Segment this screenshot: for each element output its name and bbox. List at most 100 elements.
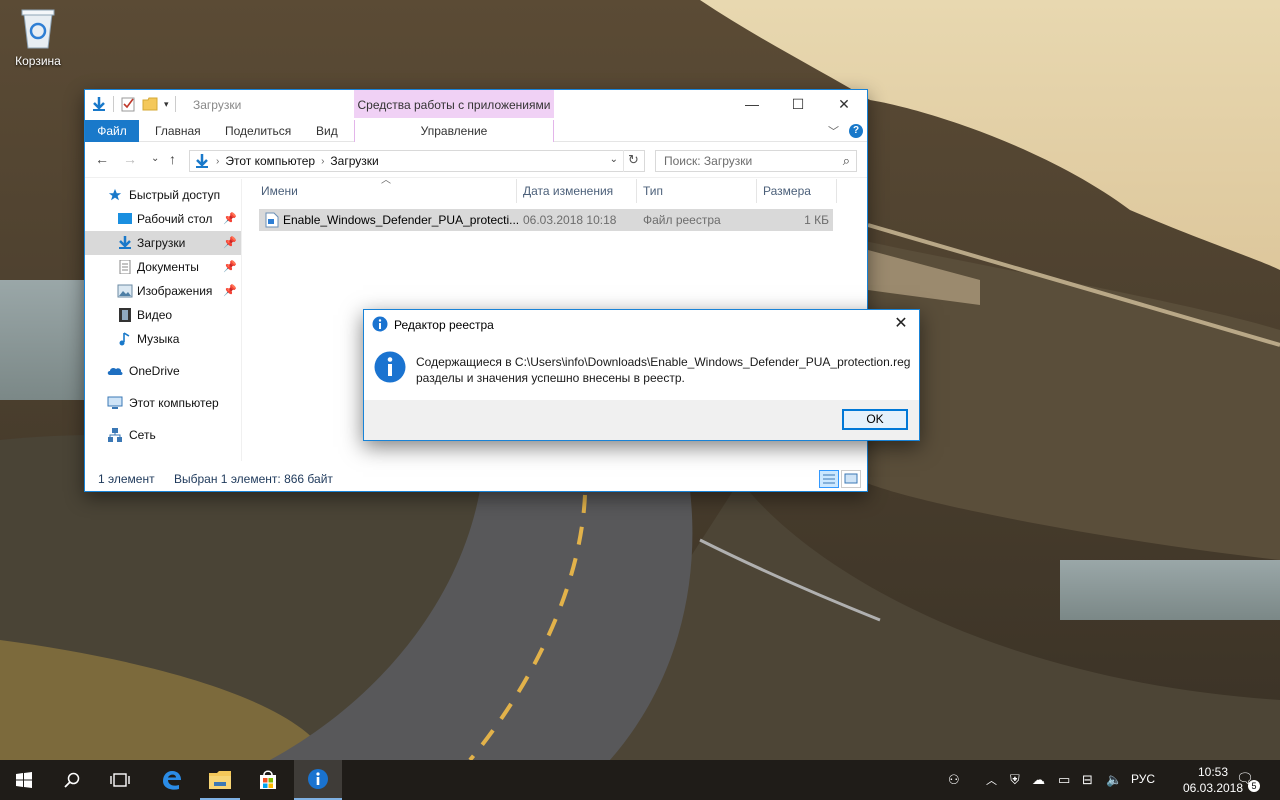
table-row[interactable]: Enable_Windows_Defender_PUA_protecti... … — [259, 209, 833, 231]
edge-icon — [163, 771, 181, 790]
large-icons-view-icon[interactable] — [841, 470, 861, 488]
info-large-icon — [374, 351, 406, 383]
defender-shield-icon[interactable]: ⛨ — [1010, 772, 1020, 788]
registry-editor-dialog[interactable]: Редактор реестра ✕ Содержащиеся в C:\Use… — [363, 309, 920, 441]
nav-item-videos[interactable]: Видео — [85, 303, 241, 327]
store-icon — [260, 770, 276, 789]
context-tab-header: Средства работы с приложениями — [354, 90, 554, 118]
search-icon: ⌕ — [842, 153, 850, 168]
downloads-location-icon — [196, 154, 208, 168]
dialog-body: Содержащиеся в C:\Users\info\Downloads\E… — [364, 342, 919, 400]
close-button[interactable]: ✕ — [821, 90, 867, 118]
properties-icon[interactable] — [120, 96, 136, 112]
show-hidden-icons-icon[interactable]: ︿ — [986, 772, 997, 788]
nav-item-desktop[interactable]: Рабочий стол 📌 — [85, 207, 241, 231]
music-icon — [119, 332, 130, 346]
nav-label: Загрузки — [137, 236, 186, 250]
volume-icon[interactable]: 🔈 — [1106, 772, 1122, 788]
status-item-count: 1 элемент — [98, 472, 155, 486]
details-view-icon[interactable] — [819, 470, 839, 488]
people-icon[interactable]: ⚇ — [948, 772, 960, 788]
tab-file[interactable]: Файл — [85, 120, 139, 142]
back-arrow-icon[interactable]: ← — [95, 151, 109, 167]
address-bar-row: ← → ⌄ ↑ › Этот компьютер › Загрузки ⌄ ↻ … — [85, 142, 867, 178]
action-center-button[interactable]: 🗨 5 — [1236, 770, 1260, 792]
edge-button[interactable] — [148, 760, 196, 800]
customize-toolbar-icon[interactable]: ▾ — [164, 99, 169, 110]
dialog-title: Редактор реестра — [394, 318, 494, 332]
nav-label: Сеть — [129, 428, 156, 442]
column-header-size[interactable]: Размера — [757, 179, 837, 203]
minimize-button[interactable]: — — [729, 90, 775, 118]
pin-icon[interactable]: 📌 — [223, 255, 237, 279]
star-icon — [108, 188, 122, 201]
title-bar[interactable]: ▾ Загрузки Средства работы с приложениям… — [85, 90, 867, 120]
tab-home[interactable]: Главная — [155, 120, 201, 142]
tab-view[interactable]: Вид — [316, 120, 338, 142]
language-indicator[interactable]: РУС — [1131, 772, 1155, 786]
nav-label: Видео — [137, 308, 173, 322]
nav-item-pictures[interactable]: Изображения 📌 — [85, 279, 241, 303]
dialog-message-line-1: Содержащиеся в C:\Users\info\Downloads\E… — [416, 355, 911, 369]
up-arrow-icon[interactable]: ↑ — [169, 151, 176, 167]
nav-item-music[interactable]: Музыка — [85, 327, 241, 351]
documents-icon — [119, 260, 131, 274]
network-tray-icon[interactable]: ⊟ — [1082, 772, 1093, 788]
dialog-close-button[interactable]: ✕ — [887, 312, 915, 336]
nav-label: Быстрый доступ — [129, 188, 221, 202]
registry-editor-taskbar-button[interactable] — [294, 760, 342, 800]
nav-label: Изображения — [137, 284, 213, 298]
windows-logo-icon — [16, 772, 32, 788]
status-selection: Выбран 1 элемент: 866 байт — [174, 472, 333, 486]
window-title: Загрузки — [193, 98, 242, 112]
search-input[interactable]: Поиск: Загрузки ⌕ — [655, 150, 857, 172]
downloads-icon — [119, 236, 131, 249]
task-view-button[interactable] — [96, 760, 144, 800]
battery-icon[interactable]: ▭ — [1058, 772, 1070, 788]
start-button[interactable] — [0, 760, 48, 800]
nav-item-documents[interactable]: Документы 📌 — [85, 255, 241, 279]
recycle-bin-label: Корзина — [15, 54, 61, 68]
nav-item-downloads[interactable]: Загрузки 📌 — [85, 231, 241, 255]
help-icon[interactable]: ? — [849, 124, 863, 138]
maximize-button[interactable]: ☐ — [775, 90, 821, 118]
task-view-icon — [110, 773, 130, 787]
nav-item-quick-access[interactable]: Быстрый доступ — [85, 183, 241, 207]
pin-icon[interactable]: 📌 — [223, 279, 237, 303]
nav-item-this-pc[interactable]: Этот компьютер — [85, 391, 241, 415]
quick-access-toolbar: ▾ — [91, 96, 176, 112]
info-taskbar-icon — [308, 769, 328, 789]
file-type: Файл реестра — [643, 213, 721, 227]
new-folder-icon[interactable] — [142, 96, 158, 112]
address-dropdown-icon[interactable]: ⌄ — [610, 154, 618, 165]
ok-button[interactable]: OK — [842, 409, 908, 430]
nav-label: OneDrive — [129, 364, 180, 378]
refresh-icon[interactable]: ↻ — [623, 150, 643, 172]
ribbon-tabs: Файл Главная Поделиться Вид Управление ﹀… — [85, 120, 867, 142]
notification-count-badge: 5 — [1248, 780, 1260, 792]
onedrive-tray-icon[interactable]: ☁ — [1032, 772, 1045, 788]
pin-icon[interactable]: 📌 — [223, 231, 237, 255]
tab-share[interactable]: Поделиться — [225, 120, 291, 142]
breadcrumb-downloads[interactable]: Загрузки — [324, 154, 384, 168]
file-size: 1 КБ — [804, 213, 829, 227]
address-bar[interactable]: › Этот компьютер › Загрузки ⌄ — [189, 150, 645, 172]
navigation-pane: Быстрый доступ Рабочий стол 📌 Загрузки 📌… — [85, 179, 242, 461]
recycle-bin-icon — [18, 6, 58, 50]
file-explorer-taskbar-button[interactable] — [196, 760, 244, 800]
nav-item-onedrive[interactable]: OneDrive — [85, 359, 241, 383]
recycle-bin[interactable]: Корзина — [8, 6, 68, 68]
recent-locations-icon[interactable]: ⌄ — [151, 153, 159, 164]
forward-arrow-icon[interactable]: → — [123, 151, 137, 167]
status-bar: 1 элемент Выбран 1 элемент: 866 байт — [85, 469, 867, 491]
search-button[interactable] — [48, 760, 96, 800]
breadcrumb-this-pc[interactable]: Этот компьютер — [219, 154, 321, 168]
store-button[interactable] — [244, 760, 292, 800]
pin-icon[interactable]: 📌 — [223, 207, 237, 231]
tab-manage[interactable]: Управление — [354, 120, 554, 142]
column-header-name[interactable]: Имени — [255, 179, 517, 203]
nav-item-network[interactable]: Сеть — [85, 423, 241, 447]
column-header-date[interactable]: Дата изменения — [517, 179, 637, 203]
expand-ribbon-icon[interactable]: ﹀ — [828, 123, 839, 139]
column-header-type[interactable]: Тип — [637, 179, 757, 203]
